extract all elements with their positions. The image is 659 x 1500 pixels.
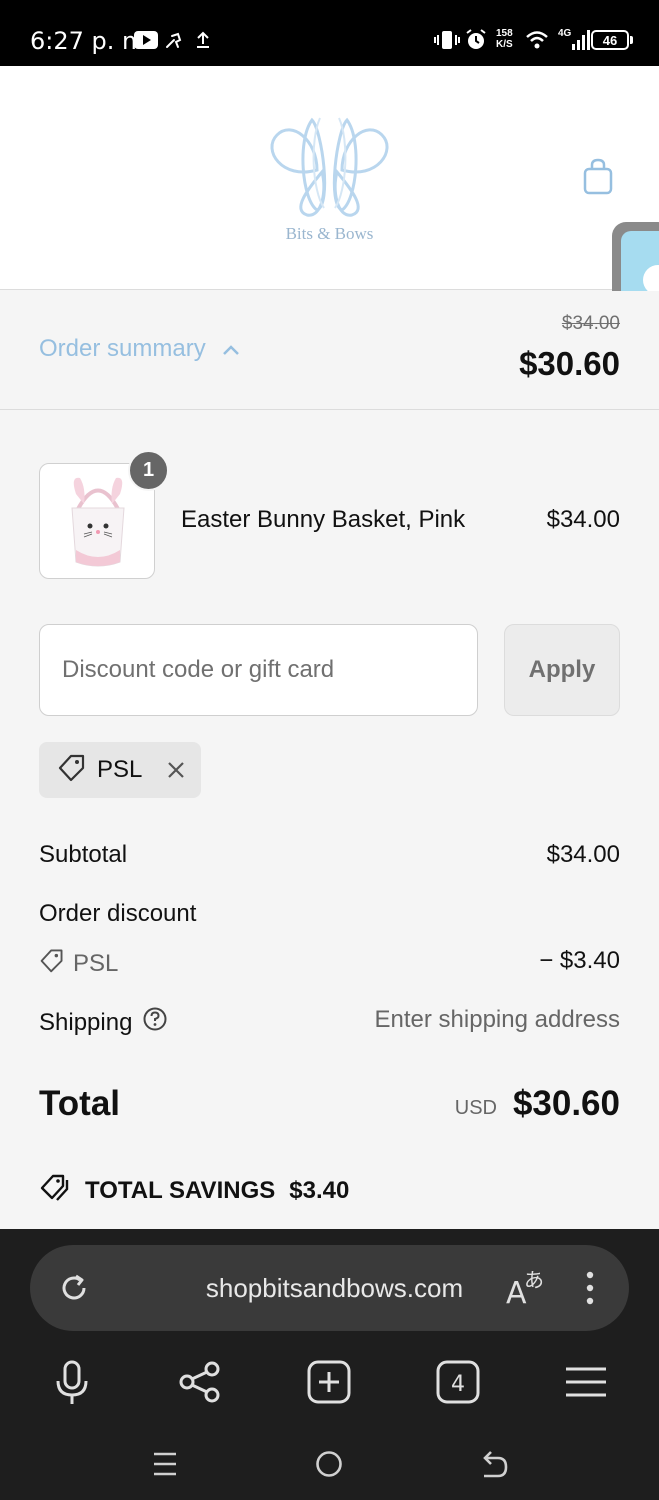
order-summary-toggle[interactable]: Order summary: [39, 335, 240, 363]
battery-tip: [630, 36, 633, 44]
network-speed: 158 K/S: [496, 28, 513, 50]
order-discount-label: Order discount: [39, 900, 197, 927]
applied-code-label: PSL: [97, 756, 143, 783]
svg-text:あ: あ: [524, 1268, 544, 1292]
status-bar: 6:27 p. m. 158 K/S 4G 46: [0, 0, 659, 66]
shipping-value: Enter shipping address: [374, 1006, 620, 1033]
original-price: $34.00: [561, 313, 620, 334]
discount-code-row: PSL: [39, 947, 118, 980]
alarm-icon: [465, 28, 487, 52]
share-icon[interactable]: [178, 1360, 222, 1409]
shipping-label: Shipping: [39, 1008, 133, 1036]
translate-icon[interactable]: Aあ: [506, 1265, 550, 1314]
menu-icon[interactable]: [564, 1366, 608, 1403]
chevron-up-icon: [222, 335, 240, 363]
youtube-icon: [134, 28, 158, 52]
app-notification-icon: [164, 28, 184, 52]
subtotal-value: $34.00: [546, 841, 620, 868]
remove-discount-icon[interactable]: [166, 760, 186, 780]
wifi-icon: [525, 28, 549, 52]
cellular-signal-icon: 4G: [558, 28, 591, 52]
tabs-count: 4: [451, 1372, 465, 1397]
upload-icon: [194, 28, 212, 52]
home-icon[interactable]: [315, 1450, 343, 1483]
savings-value: $3.40: [289, 1176, 350, 1204]
new-tab-icon[interactable]: [307, 1360, 351, 1409]
applied-discount-chip: PSL: [39, 742, 201, 798]
shopping-bag-icon[interactable]: [582, 158, 614, 201]
battery-icon: 46: [591, 30, 629, 50]
discount-value: − $3.40: [539, 947, 620, 974]
order-summary-label: Order summary: [39, 335, 206, 362]
order-summary-bar[interactable]: Order summary $34.00 $30.60: [0, 291, 659, 410]
discount-code-name: PSL: [73, 949, 119, 977]
store-header: Bits & Bows: [0, 66, 659, 314]
tag-icon: [39, 947, 65, 980]
help-icon[interactable]: [142, 1006, 168, 1039]
vibrate-icon: [434, 28, 460, 52]
savings-label: TOTAL SAVINGS: [85, 1176, 276, 1204]
total-currency: USD: [454, 1097, 497, 1119]
product-price: $34.00: [546, 506, 620, 533]
apply-button[interactable]: Apply: [504, 624, 620, 716]
tag-icon: [57, 752, 87, 789]
savings-tag-icon: [39, 1172, 71, 1209]
product-name: Easter Bunny Basket, Pink: [181, 506, 466, 533]
discount-code-input[interactable]: [39, 624, 478, 716]
microphone-icon[interactable]: [52, 1360, 92, 1411]
shipping-row: Shipping: [39, 1006, 168, 1039]
quantity-badge: 1: [128, 450, 169, 491]
total-value: $30.60: [512, 1084, 620, 1123]
back-icon[interactable]: [480, 1450, 510, 1483]
summary-price: $30.60: [519, 345, 620, 382]
subtotal-label: Subtotal: [39, 841, 128, 868]
recent-apps-icon[interactable]: [152, 1451, 178, 1482]
brand-name: Bits & Bows: [285, 224, 374, 243]
tabs-count-icon[interactable]: 4: [436, 1360, 480, 1409]
browser-chrome: shopbitsandbows.com Aあ 4: [0, 1229, 659, 1500]
address-bar[interactable]: shopbitsandbows.com Aあ: [30, 1245, 629, 1331]
total-label: Total: [39, 1084, 121, 1123]
total-savings: TOTAL SAVINGS $3.40: [39, 1172, 349, 1209]
more-options-icon[interactable]: [586, 1271, 594, 1310]
